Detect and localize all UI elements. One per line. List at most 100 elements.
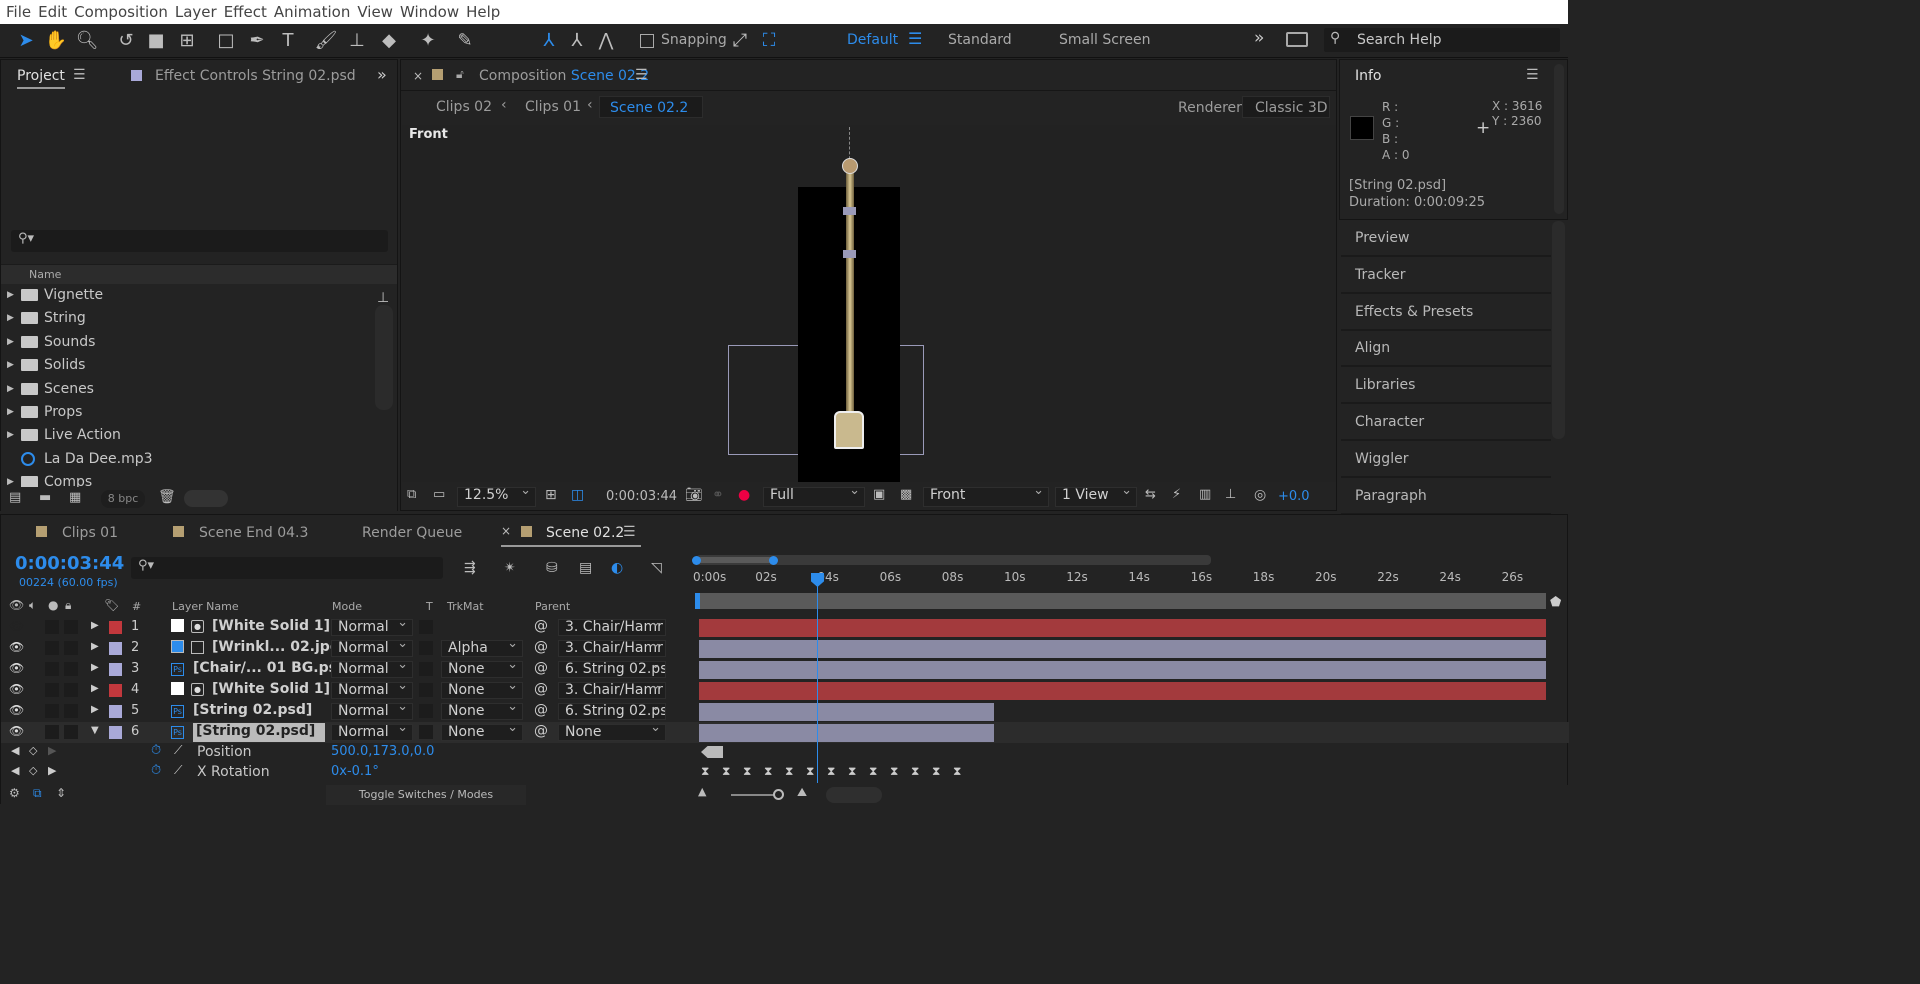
panel-menu-icon[interactable]: ☰	[635, 67, 648, 83]
project-item[interactable]: ▶ Solids	[7, 357, 85, 377]
solo-toggle[interactable]	[45, 704, 59, 718]
preserve-transparency-toggle[interactable]	[419, 725, 433, 739]
solo-toggle[interactable]	[45, 683, 59, 697]
visibility-eye-icon[interactable]: 👁︎	[9, 703, 24, 717]
expand-triangle-icon[interactable]: ▶	[7, 430, 21, 440]
project-item[interactable]: ▶ Live Action	[7, 427, 121, 447]
layer-duration-bar[interactable]	[699, 724, 994, 742]
tab-scene-end-04-3[interactable]: Scene End 04.3	[199, 525, 308, 541]
menu-help[interactable]: Help	[460, 3, 500, 21]
track-matte-dropdown[interactable]: None	[441, 703, 523, 720]
menu-animation[interactable]: Animation	[268, 3, 350, 21]
search-help-field[interactable]: ⚲ Search Help	[1324, 28, 1560, 52]
navigator-handle[interactable]	[696, 557, 774, 563]
expand-triangle-icon[interactable]: ▶	[7, 290, 21, 300]
label-color-swatch[interactable]	[109, 642, 122, 655]
expand-triangle-icon[interactable]: ▶	[91, 683, 99, 694]
audio-switch-icon[interactable]: 🔈︎	[29, 598, 36, 613]
layer-duration-bar[interactable]	[699, 682, 1546, 700]
blend-mode-dropdown[interactable]: Normal	[331, 682, 413, 699]
transparency-grid-icon[interactable]: ▩	[900, 487, 912, 502]
fast-previews-icon[interactable]: ⚡︎	[1172, 487, 1181, 502]
channel-icon[interactable]: ●	[738, 487, 750, 503]
visibility-eye-icon[interactable]: 👁︎	[9, 661, 24, 675]
lock-toggle[interactable]	[64, 683, 78, 697]
puppet-pin-tool-icon[interactable]: ✎	[453, 29, 477, 53]
pen-tool-icon[interactable]: ✒	[245, 29, 269, 53]
eraser-tool-icon[interactable]: ◆	[377, 29, 401, 53]
add-keyframe-icon[interactable]: ◇	[29, 764, 37, 777]
motion-blur-icon[interactable]: ◐	[611, 560, 623, 576]
expand-triangle-icon[interactable]: ▶	[91, 704, 99, 715]
expand-triangle-icon[interactable]: ▶	[91, 620, 99, 631]
rotation-keyframe[interactable]: ⧗	[869, 764, 877, 779]
layer-name[interactable]: [String 02.psd]	[193, 723, 325, 742]
layer-name[interactable]: [String 02.psd]	[193, 702, 312, 718]
thumbnail-slider[interactable]	[184, 490, 228, 507]
rotation-keyframe[interactable]: ⧗	[722, 764, 730, 779]
lock-icon[interactable]: 🔓︎	[456, 67, 464, 82]
layer-name[interactable]: [White Solid 1]	[212, 618, 330, 634]
right-panel-scrollbar[interactable]	[1552, 221, 1565, 439]
tab-effect-controls[interactable]: Effect Controls String 02.psd	[155, 68, 356, 84]
renderer-dropdown[interactable]: Classic 3D	[1242, 96, 1330, 118]
layer-duration-bar[interactable]	[699, 640, 1546, 658]
layer-row[interactable]: 👁︎ ▼ 6 Ps [String 02.psd] Normal None @ …	[1, 722, 1569, 743]
layer-name[interactable]: [Chair/... 01 BG.psd]	[193, 660, 353, 676]
blend-mode-dropdown[interactable]: Normal	[331, 619, 413, 636]
expand-triangle-icon[interactable]: ▶	[7, 384, 21, 394]
visibility-eye-icon[interactable]: 👁︎	[9, 619, 24, 633]
parent-column[interactable]: Parent	[535, 600, 570, 613]
blend-mode-dropdown[interactable]: Normal	[331, 703, 413, 720]
breadcrumb-clips-01[interactable]: Clips 01	[525, 99, 581, 115]
workspace-overflow-icon[interactable]: »	[1254, 28, 1264, 48]
trkmat-column[interactable]: TrkMat	[447, 600, 484, 613]
shy-layers-icon[interactable]: ⛁	[546, 560, 558, 576]
expand-triangle-icon[interactable]: ▶	[7, 360, 21, 370]
preserve-transparency-toggle[interactable]	[419, 683, 433, 697]
snapping-checkbox[interactable]	[640, 34, 654, 48]
work-area-end-icon[interactable]: ⬟	[1550, 595, 1561, 610]
navigator-start-handle[interactable]	[692, 556, 701, 565]
info-scrollbar[interactable]	[1554, 64, 1564, 214]
bit-depth-button[interactable]: 8 bpc	[101, 490, 145, 508]
blend-mode-dropdown[interactable]: Normal	[331, 640, 413, 657]
project-scrollbar[interactable]	[375, 305, 393, 410]
view-axis-icon[interactable]: ⋀	[594, 29, 618, 53]
blend-mode-dropdown[interactable]: Normal	[331, 724, 413, 741]
rectangle-tool-icon[interactable]: □	[214, 29, 238, 53]
label-color-swatch[interactable]	[109, 705, 122, 718]
solo-toggle[interactable]	[45, 641, 59, 655]
visibility-eye-icon[interactable]: 👁︎	[9, 640, 24, 654]
mask-visibility-icon[interactable]: ◫	[571, 487, 584, 503]
layer-name[interactable]: [Wrinkl... 02.jpg]	[212, 639, 346, 655]
stopwatch-icon[interactable]: ⏱︎	[151, 743, 161, 758]
parent-pickwhip-icon[interactable]: @	[534, 639, 548, 655]
zoom-dropdown[interactable]: 12.5%	[457, 487, 536, 507]
layer-row[interactable]: 👁︎ ▶ 5 Ps [String 02.psd] Normal None @ …	[1, 701, 1569, 722]
tab-composition[interactable]: Composition Scene 02.2	[479, 68, 649, 84]
stopwatch-icon[interactable]: ⏱︎	[151, 763, 161, 778]
timeline-zoom-thumb[interactable]	[773, 789, 784, 800]
rotation-keyframe[interactable]: ⧗	[848, 764, 856, 779]
work-area-start[interactable]	[695, 593, 700, 609]
trash-icon[interactable]: 🗑︎	[158, 489, 176, 505]
rotation-keyframe[interactable]: ⧗	[911, 764, 919, 779]
menu-layer[interactable]: Layer	[169, 3, 217, 21]
snap-options-icon[interactable]: ⤢	[728, 29, 752, 53]
rotation-keyframe[interactable]: ⧗	[827, 764, 835, 779]
workspace-standard[interactable]: Standard	[948, 32, 1012, 48]
exposure-reset-icon[interactable]: ◎	[1254, 487, 1266, 503]
panel-menu-icon[interactable]: ☰	[1526, 67, 1539, 83]
layer-row[interactable]: 👁︎ ▶ 1 ● [White Solid 1] Normal @ 3. Cha…	[1, 617, 1569, 638]
menu-edit[interactable]: Edit	[32, 3, 67, 21]
rotation-keyframe[interactable]: ⧗	[890, 764, 898, 779]
menu-window[interactable]: Window	[394, 3, 459, 21]
video-switch-icon[interactable]: 👁︎	[9, 598, 24, 612]
camera-view-dropdown[interactable]: Front	[923, 487, 1049, 507]
parent-pickwhip-icon[interactable]: @	[534, 681, 548, 697]
comp-mini-flowchart-icon[interactable]: ⇶	[464, 560, 476, 576]
expand-triangle-icon[interactable]: ▶	[7, 477, 21, 487]
new-composition-icon[interactable]: ▦	[69, 490, 81, 505]
label-color-swatch[interactable]	[109, 621, 122, 634]
